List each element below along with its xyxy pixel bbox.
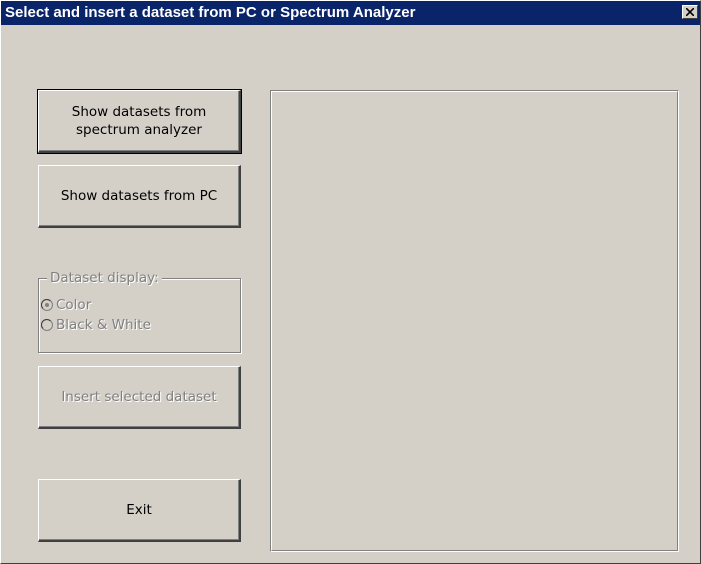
- show-analyzer-datasets-button[interactable]: Show datasets from spectrum analyzer: [37, 89, 242, 154]
- close-icon: [686, 8, 694, 16]
- show-analyzer-datasets-label: Show datasets from spectrum analyzer: [71, 104, 207, 138]
- radio-unselected-icon: [40, 318, 53, 331]
- show-pc-datasets-button[interactable]: Show datasets from PC: [38, 165, 241, 228]
- radio-black-white-label: Black & White: [56, 317, 151, 333]
- dataset-list-panel-inner: [271, 91, 678, 551]
- radio-color[interactable]: Color: [40, 297, 92, 313]
- radio-selected-icon: [40, 298, 53, 311]
- show-pc-datasets-label: Show datasets from PC: [60, 188, 218, 204]
- dialog-window: Select and insert a dataset from PC or S…: [0, 0, 701, 564]
- title-bar[interactable]: Select and insert a dataset from PC or S…: [1, 1, 700, 25]
- radio-black-white[interactable]: Black & White: [40, 317, 151, 333]
- insert-selected-dataset-button[interactable]: Insert selected dataset: [38, 366, 241, 429]
- dataset-list-panel[interactable]: [270, 90, 679, 552]
- window-title: Select and insert a dataset from PC or S…: [5, 4, 416, 21]
- exit-button[interactable]: Exit: [38, 479, 241, 542]
- close-button[interactable]: [682, 5, 698, 19]
- dataset-display-group: Dataset display: Color Black & White: [38, 270, 241, 353]
- insert-selected-dataset-label: Insert selected dataset: [61, 389, 217, 405]
- radio-color-label: Color: [56, 297, 92, 313]
- exit-label: Exit: [126, 502, 152, 518]
- dataset-display-legend: Dataset display:: [47, 270, 162, 286]
